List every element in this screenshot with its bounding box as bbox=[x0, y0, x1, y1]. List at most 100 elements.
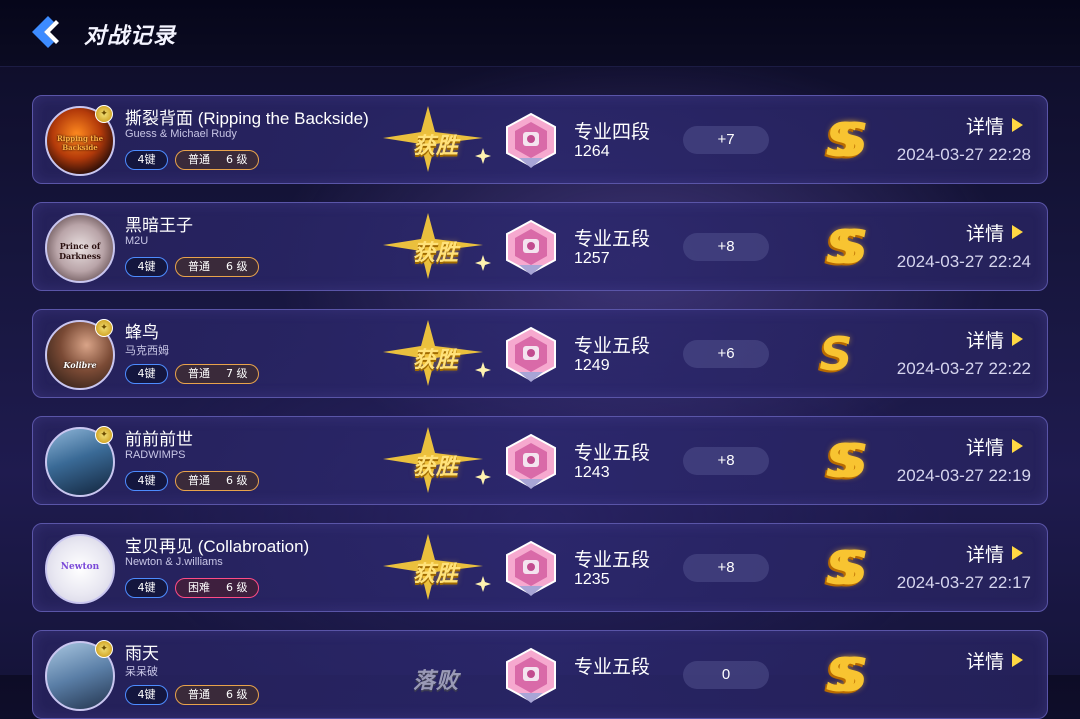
result-badge: 获胜 bbox=[383, 425, 493, 495]
key-count-tag: 4键 bbox=[125, 471, 168, 491]
difficulty-tag: 普通 6 级 bbox=[175, 150, 259, 170]
result-text: 获胜 bbox=[413, 348, 460, 373]
rank-score: 1264 bbox=[574, 143, 610, 160]
difficulty-level: 6 级 bbox=[226, 153, 248, 166]
song-artist: 呆呆破 bbox=[125, 666, 158, 678]
difficulty-name: 普通 bbox=[188, 688, 210, 701]
song-artist: RADWIMPS bbox=[125, 449, 186, 461]
record-card[interactable]: Prince of Darkness 黑暗王子 M2U 4键 普通 6 级 获胜… bbox=[32, 202, 1048, 291]
medal-icon: ✦ bbox=[95, 426, 113, 444]
grade-icon: SS bbox=[825, 434, 869, 488]
cover-text: Prince of Darkness bbox=[59, 241, 101, 261]
result-text: 获胜 bbox=[413, 562, 460, 587]
cover-text: Ripping the Backside bbox=[56, 134, 104, 152]
key-count-tag: 4键 bbox=[125, 150, 168, 170]
detail-label: 详情 bbox=[966, 116, 1005, 138]
detail-button[interactable]: 详情 bbox=[966, 219, 1024, 246]
score-delta: +6 bbox=[683, 340, 769, 368]
rank-badge-icon bbox=[503, 326, 559, 384]
record-datetime: 2024-03-27 22:24 bbox=[896, 252, 1031, 271]
medal-icon: ✦ bbox=[95, 640, 113, 658]
score-delta: +7 bbox=[683, 126, 769, 154]
song-title: 蜂鸟 bbox=[125, 323, 159, 342]
song-cover: Newton bbox=[45, 534, 115, 604]
detail-button[interactable]: 详情 bbox=[966, 112, 1024, 139]
record-card[interactable]: Kolibre ✦ 蜂鸟 马克西姆 4键 普通 7 级 获胜 专业五段 1249… bbox=[32, 309, 1048, 398]
play-arrow-icon bbox=[1012, 225, 1024, 239]
back-arrow-icon bbox=[32, 16, 59, 48]
song-title: 宝贝再见 (Collabroation) bbox=[125, 537, 310, 556]
detail-button[interactable]: 详情 bbox=[966, 540, 1024, 567]
detail-label: 详情 bbox=[966, 651, 1005, 673]
grade-icon: SS bbox=[825, 113, 869, 167]
grade-icon: S bbox=[819, 327, 853, 381]
rank-badge-icon bbox=[503, 647, 559, 705]
cover-text: Kolibre bbox=[63, 360, 97, 370]
rank-badge-icon bbox=[503, 540, 559, 598]
difficulty-name: 普通 bbox=[188, 474, 210, 487]
song-title: 雨天 bbox=[125, 644, 159, 663]
song-title: 黑暗王子 bbox=[125, 216, 193, 235]
difficulty-level: 6 级 bbox=[226, 260, 248, 273]
difficulty-name: 普通 bbox=[188, 260, 210, 273]
page-title: 对战记录 bbox=[84, 24, 177, 49]
rank-badge-icon bbox=[503, 219, 559, 277]
medal-icon: ✦ bbox=[95, 319, 113, 337]
record-datetime: 2024-03-27 22:28 bbox=[896, 145, 1031, 164]
rank-name: 专业四段 bbox=[574, 121, 651, 143]
result-badge: 获胜 bbox=[383, 104, 493, 174]
top-bar: 对战记录 bbox=[0, 0, 1080, 67]
result-badge: 落败 bbox=[383, 639, 493, 709]
result-text: 获胜 bbox=[413, 455, 460, 480]
key-count-tag: 4键 bbox=[125, 685, 168, 705]
score-delta: 0 bbox=[683, 661, 769, 689]
difficulty-tag: 普通 6 级 bbox=[175, 685, 259, 705]
cover-text: Newton bbox=[60, 562, 100, 572]
record-card[interactable]: Ripping the Backside ✦ 撕裂背面 (Ripping the… bbox=[32, 95, 1048, 184]
difficulty-level: 6 级 bbox=[226, 688, 248, 701]
medal-icon: ✦ bbox=[95, 105, 113, 123]
record-datetime: 2024-03-27 22:19 bbox=[896, 466, 1031, 485]
song-artist: M2U bbox=[125, 235, 149, 247]
rank-score: 1235 bbox=[574, 571, 610, 588]
rank-score: 1243 bbox=[574, 464, 610, 481]
detail-button[interactable]: 详情 bbox=[966, 326, 1024, 353]
difficulty-tag: 困难 6 级 bbox=[175, 578, 259, 598]
song-artist: Guess & Michael Rudy bbox=[125, 128, 237, 140]
grade-icon: SS bbox=[825, 220, 869, 274]
detail-label: 详情 bbox=[966, 330, 1005, 352]
play-arrow-icon bbox=[1012, 439, 1024, 453]
song-artist: Newton & J.williams bbox=[125, 556, 223, 568]
record-datetime: 2024-03-27 22:17 bbox=[896, 573, 1031, 592]
play-arrow-icon bbox=[1012, 653, 1024, 667]
rank-name: 专业五段 bbox=[574, 549, 651, 571]
difficulty-level: 6 级 bbox=[226, 581, 248, 594]
result-badge: 获胜 bbox=[383, 211, 493, 281]
detail-label: 详情 bbox=[966, 223, 1005, 245]
result-text: 获胜 bbox=[413, 134, 460, 159]
rank-badge-icon bbox=[503, 433, 559, 491]
play-arrow-icon bbox=[1012, 118, 1024, 132]
back-button[interactable] bbox=[26, 12, 66, 52]
detail-label: 详情 bbox=[966, 544, 1005, 566]
key-count-tag: 4键 bbox=[125, 364, 168, 384]
result-badge: 获胜 bbox=[383, 318, 493, 388]
rank-name: 专业五段 bbox=[574, 442, 651, 464]
key-count-tag: 4键 bbox=[125, 257, 168, 277]
rank-name: 专业五段 bbox=[574, 228, 651, 250]
record-card[interactable]: Newton 宝贝再见 (Collabroation) Newton & J.w… bbox=[32, 523, 1048, 612]
detail-button[interactable]: 详情 bbox=[966, 647, 1024, 674]
detail-label: 详情 bbox=[966, 437, 1005, 459]
grade-icon: SS bbox=[825, 648, 869, 702]
record-card[interactable]: ✦ 前前前世 RADWIMPS 4键 普通 6 级 获胜 专业五段 1243 +… bbox=[32, 416, 1048, 505]
record-datetime: 2024-03-27 22:22 bbox=[896, 359, 1031, 378]
rank-score: 1257 bbox=[574, 250, 610, 267]
key-count-tag: 4键 bbox=[125, 578, 168, 598]
rank-name: 专业五段 bbox=[574, 335, 651, 357]
song-title: 前前前世 bbox=[125, 430, 193, 449]
difficulty-level: 6 级 bbox=[226, 474, 248, 487]
detail-button[interactable]: 详情 bbox=[966, 433, 1024, 460]
difficulty-name: 普通 bbox=[188, 367, 210, 380]
song-title: 撕裂背面 (Ripping the Backside) bbox=[125, 109, 369, 128]
difficulty-tag: 普通 6 级 bbox=[175, 257, 259, 277]
